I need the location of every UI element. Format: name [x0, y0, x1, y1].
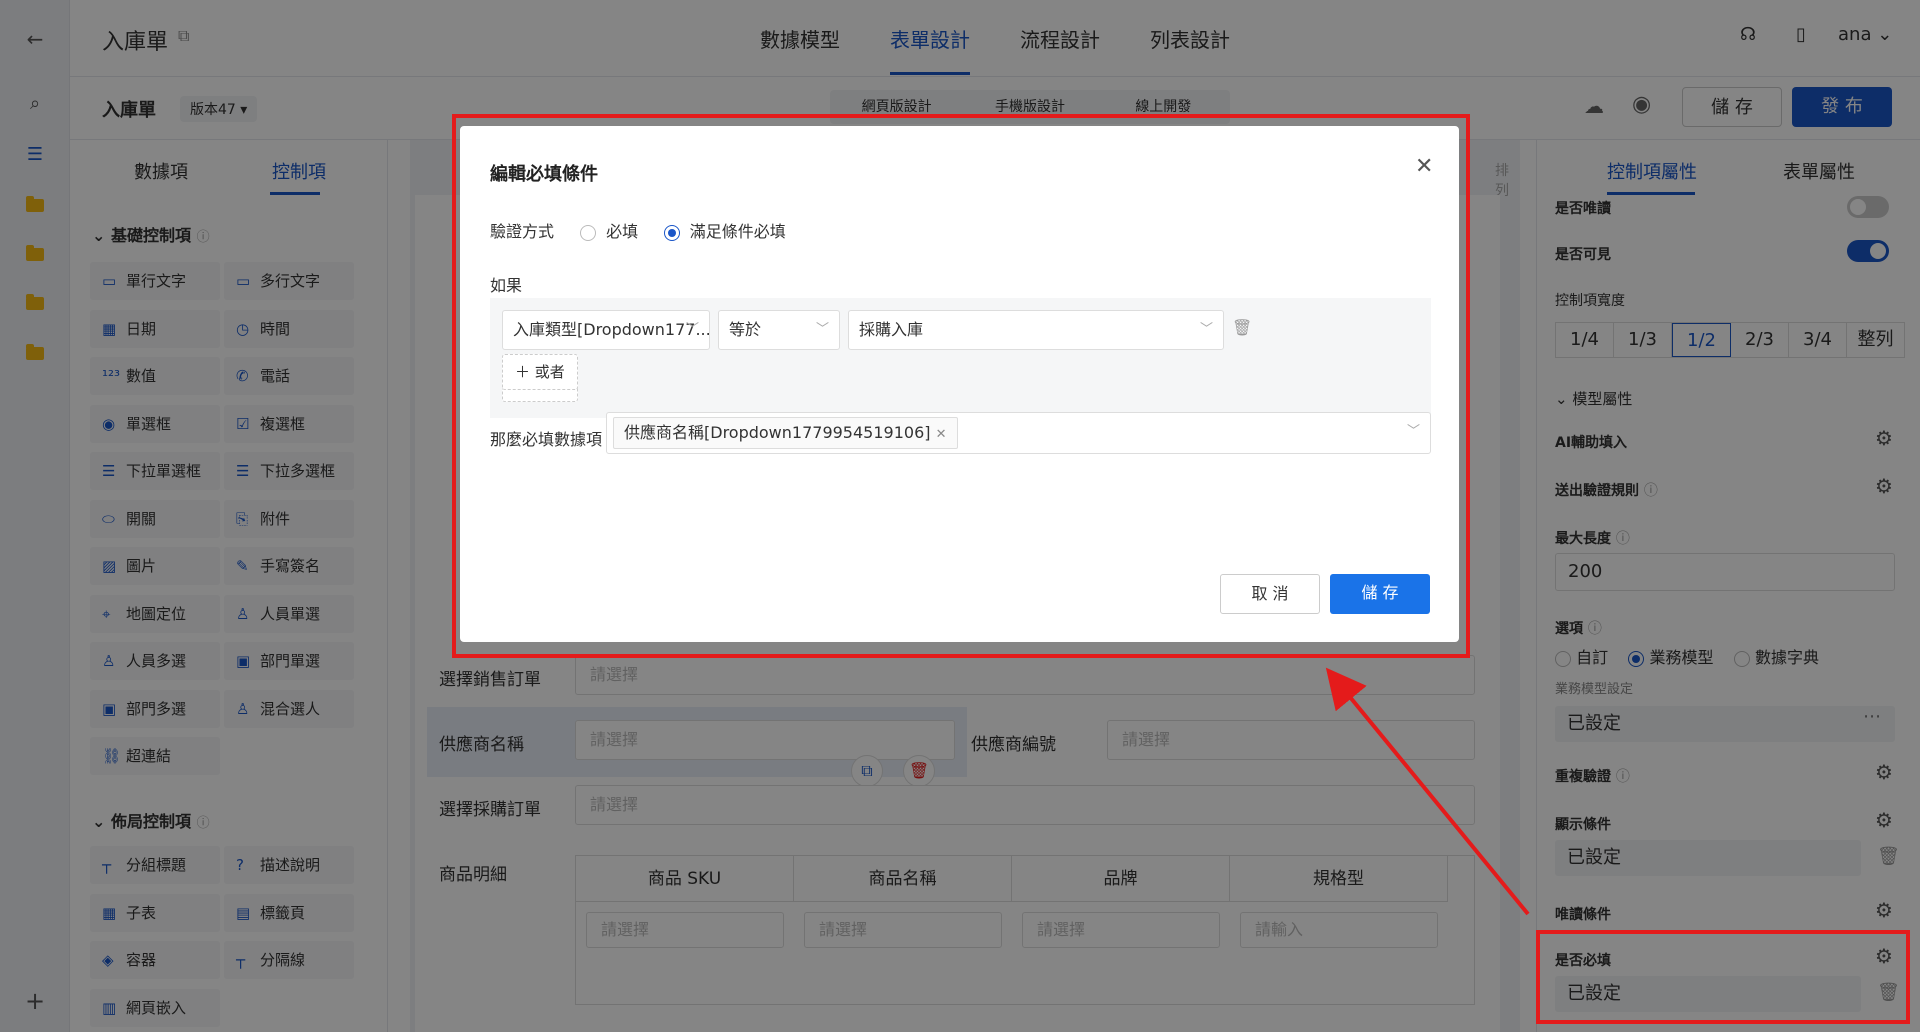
annotation-arrow — [1325, 667, 1530, 916]
